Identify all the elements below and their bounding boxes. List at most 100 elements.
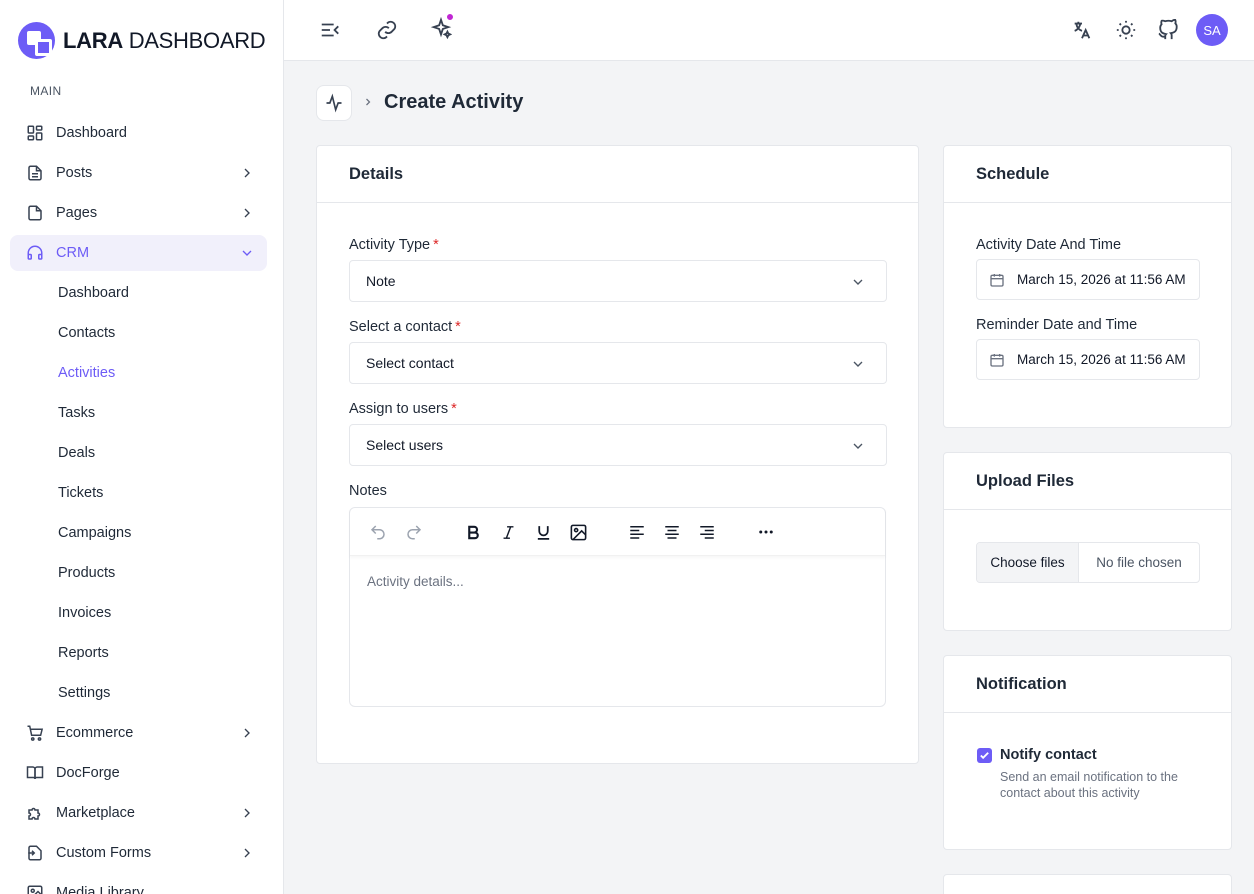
choose-files-button[interactable]: Choose files [977, 543, 1079, 582]
checkmark-icon [980, 752, 989, 760]
sidebar-item-pages[interactable]: Pages [10, 195, 267, 231]
crm-sub-contacts[interactable]: Contacts [10, 315, 267, 351]
crm-sub-activities[interactable]: Activities [10, 355, 267, 391]
next-card [943, 874, 1232, 894]
insert-image-icon[interactable] [567, 521, 589, 543]
reminder-datetime-label: Reminder Date and Time [976, 317, 1138, 333]
dashboard-grid-icon [25, 123, 45, 143]
chevron-right-icon [244, 208, 250, 218]
puzzle-icon [25, 803, 45, 823]
sidebar-item-crm[interactable]: CRM [10, 235, 267, 271]
crm-sub-products[interactable]: Products [10, 555, 267, 591]
chevron-right-icon [244, 728, 250, 738]
crm-sub-campaigns[interactable]: Campaigns [10, 515, 267, 551]
crm-sub-deals[interactable]: Deals [10, 435, 267, 471]
sidebar-item-ecommerce[interactable]: Ecommerce [10, 715, 267, 751]
sidebar-item-label: Custom Forms [56, 845, 152, 861]
menu-collapse-icon[interactable] [318, 18, 342, 42]
sidebar-section-label: MAIN [30, 84, 62, 98]
chevron-down-icon [853, 279, 863, 285]
schedule-heading: Schedule [944, 146, 1231, 203]
chevron-down-icon [242, 250, 252, 256]
sun-icon[interactable] [1114, 18, 1138, 42]
file-input[interactable]: Choose files No file chosen [976, 542, 1200, 583]
sidebar-item-label: Media Library [56, 885, 144, 894]
sidebar-item-docforge[interactable]: DocForge [10, 755, 267, 791]
headphones-icon [25, 243, 45, 263]
cart-icon [25, 723, 45, 743]
editor-toolbar [350, 508, 885, 556]
activity-type-select[interactable]: Note [349, 260, 887, 302]
details-card: Details Activity Type * Note Select a con… [316, 145, 919, 764]
notes-editor: Activity details... [349, 507, 886, 707]
sidebar-item-label: Dashboard [56, 125, 127, 141]
sidebar-item-label: CRM [56, 245, 90, 261]
sidebar-item-posts[interactable]: Posts [10, 155, 267, 191]
sidebar-nav: Dashboard Posts Pages CRM Dashboard Cont… [10, 115, 267, 894]
notify-contact-checkbox[interactable] [977, 748, 992, 763]
more-options-icon[interactable] [755, 521, 777, 543]
sidebar-item-label: Marketplace [56, 805, 135, 821]
calendar-icon [990, 273, 1004, 287]
translate-icon[interactable] [1070, 18, 1094, 42]
activity-pulse-icon [326, 93, 342, 113]
file-status: No file chosen [1096, 555, 1182, 570]
undo-icon[interactable] [367, 521, 389, 543]
page-icon [25, 203, 45, 223]
logo-icon [18, 22, 55, 59]
contact-label: Select a contact * [349, 319, 461, 335]
notification-heading: Notification [944, 656, 1231, 713]
align-center-icon[interactable] [661, 521, 683, 543]
align-right-icon[interactable] [696, 521, 718, 543]
assign-users-select[interactable]: Select users [349, 424, 887, 466]
notification-card: Notification Notify contact Send an emai… [943, 655, 1232, 850]
chevron-right-icon [244, 848, 250, 858]
sidebar-item-marketplace[interactable]: Marketplace [10, 795, 267, 831]
crm-sub-tasks[interactable]: Tasks [10, 395, 267, 431]
assign-users-label: Assign to users * [349, 401, 457, 417]
notification-body: Notify contact Send an email notificatio… [944, 713, 1231, 850]
upload-files-heading: Upload Files [944, 453, 1231, 510]
notes-placeholder[interactable]: Activity details... [367, 574, 464, 589]
notes-label: Notes [349, 483, 387, 499]
sidebar-item-label: Ecommerce [56, 725, 134, 741]
sidebar-item-custom-forms[interactable]: Custom Forms [10, 835, 267, 871]
link-icon[interactable] [375, 18, 399, 42]
chevron-down-icon [853, 443, 863, 449]
sidebar-item-media-library[interactable]: Media Library [10, 875, 267, 894]
activity-datetime-input[interactable]: March 15, 2026 at 11:56 AM [976, 259, 1200, 300]
crm-sub-invoices[interactable]: Invoices [10, 595, 267, 631]
activity-type-value: Note [366, 273, 396, 289]
underline-icon[interactable] [532, 521, 554, 543]
activity-datetime-label: Activity Date And Time [976, 237, 1122, 253]
document-icon [25, 163, 45, 183]
contact-select[interactable]: Select contact [349, 342, 887, 384]
chevron-right-icon [244, 168, 250, 178]
logo-text: LARA DASHBOARD [63, 27, 266, 53]
align-left-icon[interactable] [626, 521, 648, 543]
chevron-right-icon [244, 808, 250, 818]
user-avatar[interactable]: SA [1196, 14, 1228, 46]
crm-sub-dashboard[interactable]: Dashboard [10, 275, 267, 311]
page-title: Create Activity [384, 91, 524, 113]
notify-contact-label[interactable]: Notify contact [1000, 747, 1097, 763]
italic-icon[interactable] [497, 521, 519, 543]
reminder-datetime-input[interactable]: March 15, 2026 at 11:56 AM [976, 339, 1200, 380]
activity-type-label: Activity Type * [349, 237, 439, 253]
upload-files-card: Upload Files Choose files No file chosen [943, 452, 1232, 631]
assign-users-value: Select users [366, 437, 444, 453]
bold-icon[interactable] [462, 521, 484, 543]
notify-contact-description: Send an email notification to the contac… [1000, 770, 1178, 800]
crm-sub-settings[interactable]: Settings [10, 675, 267, 711]
contact-value: Select contact [366, 355, 454, 371]
sidebar-item-dashboard[interactable]: Dashboard [10, 115, 267, 151]
activity-icon-button[interactable] [316, 85, 352, 121]
crm-sub-reports[interactable]: Reports [10, 635, 267, 671]
github-icon[interactable] [1156, 18, 1180, 42]
activity-datetime-value: March 15, 2026 at 11:56 AM [1017, 272, 1186, 287]
redo-icon[interactable] [403, 521, 425, 543]
app-logo[interactable]: LARA DASHBOARD [18, 22, 266, 59]
crm-sub-tickets[interactable]: Tickets [10, 475, 267, 511]
topbar: SA [284, 0, 1254, 61]
details-heading: Details [317, 146, 918, 203]
